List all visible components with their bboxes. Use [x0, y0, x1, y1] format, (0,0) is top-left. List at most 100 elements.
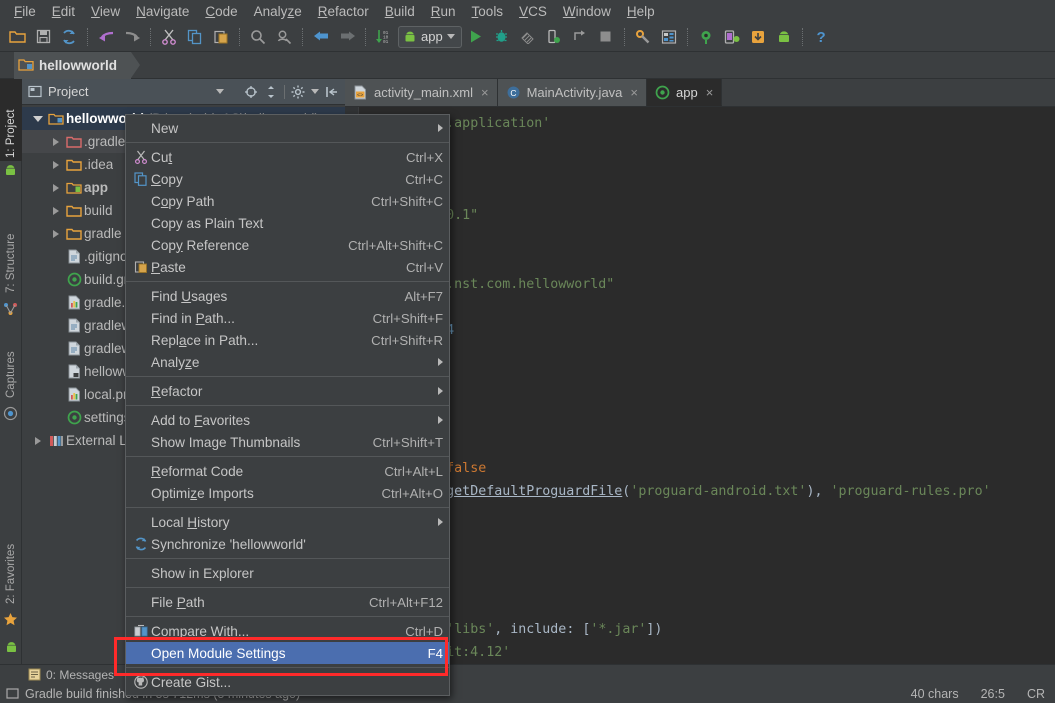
run-icon[interactable] [464, 25, 488, 49]
menubar-item-window[interactable]: Window [555, 2, 619, 21]
sdk-manager-icon[interactable] [631, 25, 655, 49]
menu-item-refactor[interactable]: Refactor [126, 380, 449, 402]
menu-item-optimize-imports[interactable]: Optimize ImportsCtrl+Alt+O [126, 482, 449, 504]
editor-tab-activity-main-xml[interactable]: <>activity_main.xml× [345, 79, 498, 106]
hide-icon[interactable] [325, 85, 339, 99]
menubar-item-navigate[interactable]: Navigate [128, 2, 197, 21]
help-icon[interactable]: ? [809, 25, 833, 49]
chevron-down-icon[interactable] [311, 89, 319, 94]
chevron-down-icon[interactable] [216, 89, 224, 94]
collapse-all-icon[interactable] [264, 85, 278, 99]
menubar-item-edit[interactable]: Edit [44, 2, 83, 21]
menu-item-show-in-explorer[interactable]: Show in Explorer [126, 562, 449, 584]
sidebar-item-captures[interactable]: Captures [0, 327, 22, 401]
editor-tab-mainactivity-java[interactable]: CMainActivity.java× [498, 79, 647, 106]
target-icon[interactable] [244, 85, 258, 99]
close-icon[interactable]: × [481, 85, 489, 100]
code-content[interactable]: apply plugin: 'com.android.application'a… [359, 107, 1055, 664]
android-icon [4, 640, 19, 655]
save-all-icon[interactable] [31, 25, 55, 49]
cut-icon [131, 150, 151, 164]
find-icon[interactable] [246, 25, 270, 49]
menubar-item-refactor[interactable]: Refactor [310, 2, 377, 21]
chevron-right-icon[interactable] [48, 138, 64, 146]
menu-item-copy[interactable]: CopyCtrl+C [126, 168, 449, 190]
bottom-tab-messages[interactable]: 0: Messages [46, 668, 114, 682]
menubar-item-vcs[interactable]: VCS [511, 2, 555, 21]
chevron-right-icon[interactable] [48, 184, 64, 192]
menu-item-copy-as-plain-text[interactable]: Copy as Plain Text [126, 212, 449, 234]
sidebar-item-structure[interactable]: 7: Structure [0, 204, 22, 296]
menu-item-open-module-settings[interactable]: Open Module SettingsF4 [126, 642, 449, 664]
editor-tab-app[interactable]: app× [647, 79, 722, 106]
back-icon[interactable] [309, 25, 333, 49]
menubar-item-analyze[interactable]: Analyze [246, 2, 310, 21]
menubar-item-help[interactable]: Help [619, 2, 663, 21]
cut-icon[interactable] [157, 25, 181, 49]
android-icon[interactable] [772, 25, 796, 49]
chevron-down-icon[interactable] [447, 34, 455, 39]
stop-icon[interactable] [594, 25, 618, 49]
breadcrumb-project-chip[interactable]: hellowworld [14, 52, 131, 79]
sdk-download-icon[interactable] [746, 25, 770, 49]
menu-item-find-in-path[interactable]: Find in Path...Ctrl+Shift+F [126, 307, 449, 329]
device-monitor-icon[interactable] [720, 25, 744, 49]
menu-item-reformat-code[interactable]: Reformat CodeCtrl+Alt+L [126, 460, 449, 482]
close-icon[interactable]: × [630, 85, 638, 100]
menubar-item-view[interactable]: View [83, 2, 128, 21]
coverage-icon[interactable] [516, 25, 540, 49]
menubar-item-code[interactable]: Code [197, 2, 245, 21]
menu-item-add-to-favorites[interactable]: Add to Favorites [126, 409, 449, 431]
menu-item-find-usages[interactable]: Find UsagesAlt+F7 [126, 285, 449, 307]
menu-item-file-path[interactable]: File PathCtrl+Alt+F12 [126, 591, 449, 613]
menu-item-shortcut: Ctrl+Alt+L [370, 464, 443, 479]
menubar-item-run[interactable]: Run [423, 2, 464, 21]
gear-icon[interactable] [291, 85, 305, 99]
tree-item-label: .gradle [84, 134, 125, 149]
chevron-right-icon[interactable] [48, 161, 64, 169]
menu-item-copy-path[interactable]: Copy PathCtrl+Shift+C [126, 190, 449, 212]
line-separator[interactable]: CR [1027, 687, 1045, 701]
menu-item-cut[interactable]: CutCtrl+X [126, 146, 449, 168]
menu-item-paste[interactable]: PasteCtrl+V [126, 256, 449, 278]
menubar-item-build[interactable]: Build [377, 2, 423, 21]
debug-icon[interactable] [490, 25, 514, 49]
menu-item-show-image-thumbnails[interactable]: Show Image ThumbnailsCtrl+Shift+T [126, 431, 449, 453]
chevron-right-icon[interactable] [48, 230, 64, 238]
menu-item-synchronize-hellowworld[interactable]: Synchronize 'hellowworld' [126, 533, 449, 555]
avd-manager-icon[interactable] [657, 25, 681, 49]
menu-item-new[interactable]: New [126, 117, 449, 139]
chevron-right-icon[interactable] [48, 207, 64, 215]
sidebar-item-favorites[interactable]: 2: Favorites [0, 515, 22, 607]
menu-item-replace-in-path[interactable]: Replace in Path...Ctrl+Shift+R [126, 329, 449, 351]
tree-item-label: .idea [84, 157, 113, 172]
run-configuration-selector[interactable]: app [398, 26, 462, 48]
menu-item-copy-reference[interactable]: Copy ReferenceCtrl+Alt+Shift+C [126, 234, 449, 256]
replace-icon[interactable] [272, 25, 296, 49]
chevron-down-icon[interactable] [30, 116, 46, 122]
context-menu[interactable]: New CutCtrl+XCopyCtrl+CCopy PathCtrl+Shif… [125, 114, 450, 696]
attach-debugger-icon[interactable] [542, 25, 566, 49]
sort-icon[interactable]: 011001 [372, 25, 396, 49]
copy-icon[interactable] [183, 25, 207, 49]
redo-icon[interactable] [120, 25, 144, 49]
paste-icon[interactable] [209, 25, 233, 49]
sync-icon[interactable] [57, 25, 81, 49]
open-folder-icon[interactable] [5, 25, 29, 49]
rerun-icon[interactable] [568, 25, 592, 49]
close-icon[interactable]: × [706, 85, 714, 100]
menu-item-local-history[interactable]: Local History [126, 511, 449, 533]
layout-inspector-icon[interactable] [694, 25, 718, 49]
menubar-item-tools[interactable]: Tools [464, 2, 512, 21]
sidebar-item-project[interactable]: 1: Project [0, 79, 22, 161]
menu-item-label: Create Gist... [151, 675, 443, 690]
chevron-right-icon[interactable] [30, 437, 46, 445]
menu-item-analyze[interactable]: Analyze [126, 351, 449, 373]
caret-position[interactable]: 26:5 [981, 687, 1005, 701]
menu-item-compare-with[interactable]: Compare With...Ctrl+D [126, 620, 449, 642]
forward-icon[interactable] [335, 25, 359, 49]
menu-item-label: Refactor [151, 384, 428, 399]
menu-item-create-gist[interactable]: Create Gist... [126, 671, 449, 693]
undo-icon[interactable] [94, 25, 118, 49]
menubar-item-file[interactable]: File [6, 2, 44, 21]
